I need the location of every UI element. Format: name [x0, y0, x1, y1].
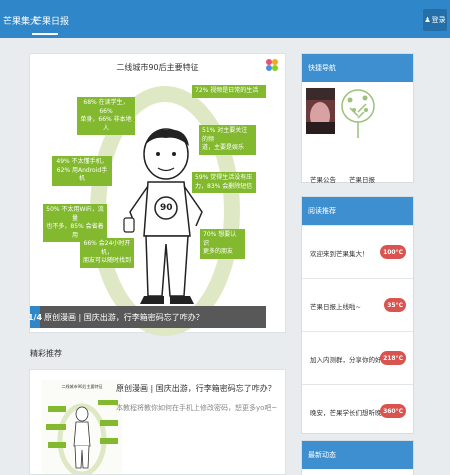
slide-index: 1/4: [28, 306, 42, 328]
article-thumbnail[interactable]: 二线城市90后主要特征: [42, 380, 122, 474]
read-item-title[interactable]: 欢迎来到芒果集大！: [310, 248, 369, 258]
callout-channels: 51% 对主要关注的频 道，主要是娱乐: [199, 125, 256, 155]
thumbnail-title: 二线城市90后主要特征: [61, 384, 103, 389]
pinwheel-logo-icon: [266, 59, 278, 71]
heat-badge: 218°C: [380, 351, 406, 365]
login-button[interactable]: ♟ 登录: [423, 9, 447, 31]
latest-updates-title: 最新动态: [302, 441, 413, 469]
feature-carousel[interactable]: 二线城市90后主要特征 90 68% 在读学生，66% 单身，66% 非本地人 …: [28, 53, 286, 336]
callout-pressure: 59% 觉得生活没有压 力，83% 会删除短信: [192, 172, 256, 193]
thumbnail-infographic-icon: [46, 400, 118, 474]
article-summary: 本教程将教你如何在手机上修改密码，恕更多yo吧~: [116, 404, 278, 412]
heat-badge: 35°C: [384, 298, 406, 312]
list-item[interactable]: 加入内测群，分享你的好idea。 218°C: [302, 331, 413, 384]
callout-phone: 49% 不太懂手机， 62% 用Android手机: [52, 156, 112, 186]
top-nav-bar: 芒果集大 芒果日报 ♟ 登录: [0, 0, 450, 38]
callout-students: 68% 在读学生，66% 单身，66% 非本地人: [77, 97, 135, 135]
list-item[interactable]: 欢迎来到芒果集大！ 100°C: [302, 225, 413, 278]
caption-text[interactable]: 原创漫画 | 国庆出游，行李箱密码忘了咋办？: [40, 312, 204, 323]
callout-wifi: 50% 不太用WiFi，流量 也不多，85% 会省着用: [43, 204, 107, 242]
announcement-photo-icon: [306, 88, 335, 134]
quick-nav-item-daily[interactable]: 芒果日报: [349, 174, 375, 184]
login-label: 登录: [431, 16, 446, 24]
reading-recommend-panel: 阅读推荐 欢迎来到芒果集大！ 100°C 芒果日报上线啦~ 35°C 加入内测群…: [301, 196, 414, 434]
callout-friends: 70% 想要认识 更多的朋友: [200, 229, 245, 259]
read-item-title[interactable]: 芒果日报上线啦~: [310, 301, 361, 311]
list-item[interactable]: 芒果日报上线啦~ 35°C: [302, 278, 413, 331]
recommend-article-card[interactable]: 二线城市90后主要特征 原创漫画 | 国庆出游，行李箱密码忘了咋办？ 本教程将教…: [29, 369, 286, 475]
reading-recommend-title: 阅读推荐: [302, 197, 413, 225]
article-title[interactable]: 原创漫画 | 国庆出游，行李箱密码忘了咋办？: [116, 383, 276, 394]
quick-nav-panel: 快捷导航 芒果公告 芒果日报: [301, 53, 414, 184]
heat-badge: 100°C: [380, 245, 406, 259]
shirt-number: 90: [160, 203, 173, 213]
latest-updates-panel: 最新动态: [301, 440, 414, 475]
quick-nav-item-announcements[interactable]: 芒果公告: [310, 174, 336, 184]
list-item[interactable]: 晚安，芒果学长们想听晚安~ 360°C: [302, 384, 413, 437]
tab-daily[interactable]: 芒果日报: [33, 14, 69, 27]
quick-nav-title: 快捷导航: [302, 54, 413, 82]
user-icon: ♟: [424, 16, 431, 24]
tree-logo-icon[interactable]: [340, 88, 376, 140]
announcement-thumbnail[interactable]: [306, 88, 335, 134]
active-tab-indicator: [32, 33, 58, 35]
infographic-title: 二线城市90后主要特征: [116, 63, 199, 72]
callout-video: 72% 视频是日常的生活: [192, 85, 266, 98]
carousel-caption[interactable]: 1/4 原创漫画 | 国庆出游，行李箱密码忘了咋办？: [28, 306, 266, 328]
callout-online: 66% 会24小时开机， 朋友可以随时找到: [80, 238, 134, 268]
section-recommend-label: 精彩推荐: [30, 349, 62, 358]
heat-badge: 360°C: [380, 404, 406, 418]
